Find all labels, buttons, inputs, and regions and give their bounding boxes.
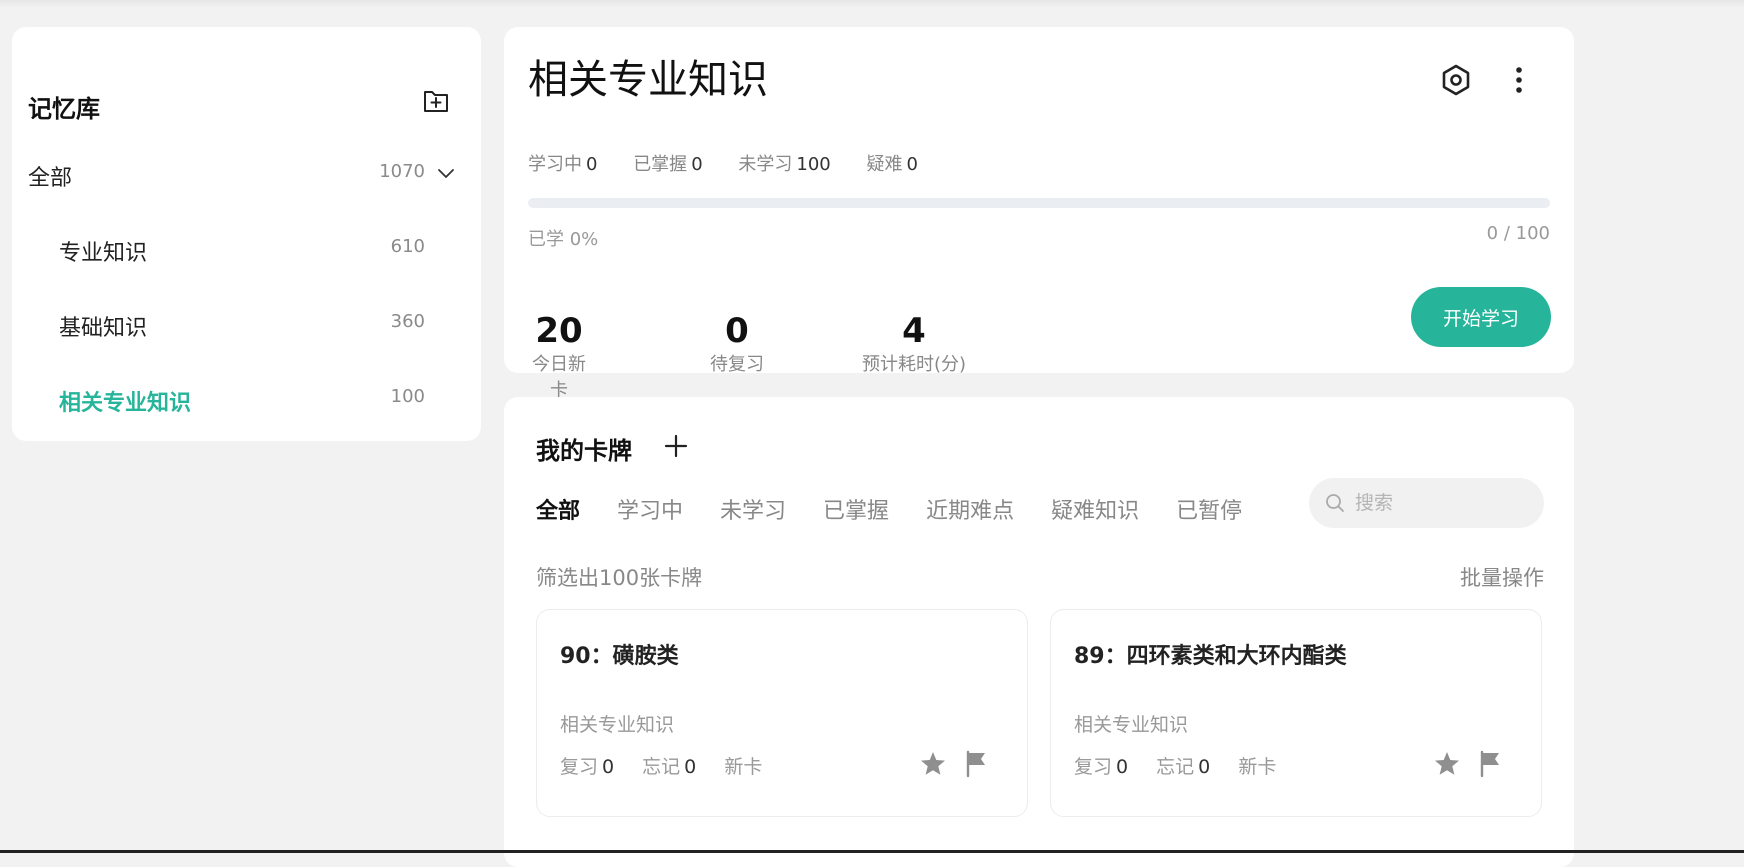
- card-stats: 复习 0 忘记 0 新卡: [560, 756, 763, 778]
- card-item[interactable]: 89：四环素类和大环内酯类 相关专业知识 复习 0 忘记 0 新卡: [1050, 609, 1542, 817]
- top-shadow: [0, 0, 1744, 8]
- more-vertical-icon: [1516, 67, 1522, 93]
- more-options-button[interactable]: [1501, 57, 1537, 103]
- library-sidebar: 记忆库 全部 1070 专业知识 610 基础知识 360 相关专业知识 100: [12, 27, 481, 441]
- tab-learning[interactable]: 学习中: [617, 493, 683, 525]
- stat-mastered: 已掌握 0: [633, 154, 703, 175]
- star-icon[interactable]: [1433, 750, 1461, 778]
- filter-result-count: 筛选出100张卡牌: [536, 566, 703, 590]
- card-title: 90：磺胺类: [560, 644, 679, 669]
- deck-overview: 相关专业知识 学习中 0 已掌握 0 未学习 100 疑难 0 已学 0% 0 / 10…: [504, 27, 1574, 401]
- stat-unlearned: 未学习 100: [738, 154, 831, 175]
- cards-section-title: 我的卡牌: [536, 437, 632, 465]
- sidebar-title: 记忆库: [28, 95, 100, 123]
- search-box[interactable]: [1309, 478, 1544, 528]
- card-stats: 复习 0 忘记 0 新卡: [1074, 756, 1277, 778]
- card-filter-tabs: 全部 学习中 未学习 已掌握 近期难点 疑难知识 已暂停: [536, 493, 1242, 525]
- start-learning-button[interactable]: 开始学习: [1411, 287, 1551, 347]
- tab-mastered[interactable]: 已掌握: [823, 493, 889, 525]
- deck-stats: 学习中 0 已掌握 0 未学习 100 疑难 0: [528, 150, 948, 176]
- tab-difficult[interactable]: 疑难知识: [1051, 493, 1139, 525]
- metric-due-review: 0 待复习: [710, 311, 764, 375]
- deck-title: 相关专业知识: [528, 57, 768, 103]
- search-input[interactable]: [1353, 491, 1537, 515]
- stat-difficult: 疑难 0: [866, 154, 918, 175]
- folder-plus-icon: [424, 91, 448, 112]
- card-deck: 相关专业知识: [1074, 714, 1189, 736]
- add-folder-button[interactable]: [420, 85, 452, 117]
- add-card-button[interactable]: [659, 429, 693, 463]
- sidebar-item-basic[interactable]: 基础知识 360: [12, 294, 481, 354]
- card-deck: 相关专业知识: [560, 714, 675, 736]
- chevron-down-icon[interactable]: [436, 166, 456, 182]
- plus-icon: [664, 434, 688, 458]
- card-status: 新卡: [724, 756, 763, 778]
- tab-all[interactable]: 全部: [536, 493, 580, 525]
- sidebar-item-professional[interactable]: 专业知识 610: [12, 219, 481, 279]
- tab-paused[interactable]: 已暂停: [1176, 493, 1242, 525]
- metric-new-cards: 20 今日新卡: [532, 311, 586, 401]
- sidebar-item-all[interactable]: 全部 1070: [12, 144, 481, 204]
- star-icon[interactable]: [919, 750, 947, 778]
- sidebar-item-count: 610: [390, 236, 425, 257]
- sidebar-item-count: 1070: [379, 161, 425, 182]
- search-icon: [1326, 494, 1344, 512]
- sidebar-item-label: 相关专业知识: [59, 391, 192, 416]
- stat-learning: 学习中 0: [528, 154, 598, 175]
- batch-operation-button[interactable]: 批量操作: [1460, 562, 1544, 592]
- sidebar-item-related[interactable]: 相关专业知识 100: [12, 369, 481, 429]
- sidebar-item-label: 基础知识: [59, 316, 148, 341]
- my-cards-panel: 我的卡牌 全部 学习中 未学习 已掌握 近期难点 疑难知识 已暂停 筛选出100…: [504, 397, 1574, 867]
- card-title: 89：四环素类和大环内酯类: [1074, 644, 1347, 669]
- tab-unlearned[interactable]: 未学习: [720, 493, 786, 525]
- card-item[interactable]: 90：磺胺类 相关专业知识 复习 0 忘记 0 新卡: [536, 609, 1028, 817]
- target-icon: [1442, 64, 1470, 96]
- flag-icon[interactable]: [963, 750, 989, 778]
- metric-estimated-time: 4 预计耗时(分): [861, 311, 967, 375]
- sidebar-item-count: 100: [390, 386, 425, 407]
- deck-settings-button[interactable]: [1433, 57, 1479, 103]
- sidebar-item-label: 全部: [28, 166, 73, 191]
- sidebar-item-count: 360: [390, 311, 425, 332]
- learned-ratio: 0 / 100: [1486, 223, 1550, 244]
- tab-recent-hard[interactable]: 近期难点: [926, 493, 1014, 525]
- learned-percent: 已学 0%: [528, 229, 599, 250]
- flag-icon[interactable]: [1477, 750, 1503, 778]
- sidebar-item-label: 专业知识: [59, 241, 148, 266]
- card-status: 新卡: [1238, 756, 1277, 778]
- learning-progress-bar: [528, 198, 1550, 208]
